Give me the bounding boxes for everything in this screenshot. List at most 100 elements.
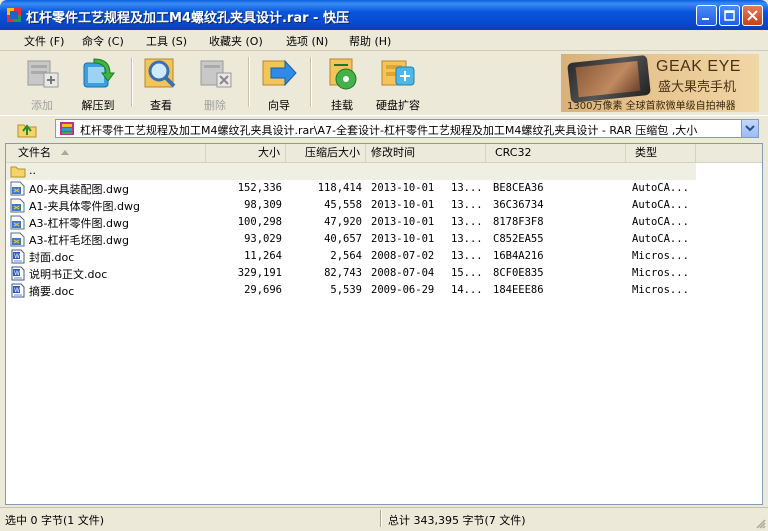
file-time: 14... <box>451 284 483 296</box>
parent-folder-row[interactable]: .. <box>6 163 696 180</box>
svg-text:W: W <box>14 270 20 277</box>
dwg-file-icon <box>10 198 25 213</box>
file-name: A3-杠杆零件图.dwg <box>29 217 129 230</box>
column-size[interactable]: 大小 <box>206 144 286 162</box>
file-packed-size: 5,539 <box>330 284 362 296</box>
extract-label: 解压到 <box>81 99 115 112</box>
file-crc32: C852EA55 <box>493 233 544 245</box>
file-size: 11,264 <box>244 250 282 262</box>
file-size: 93,029 <box>244 233 282 245</box>
ad-brand-chinese: 盛大果壳手机 <box>658 80 737 95</box>
path-field[interactable]: 杠杆零件工艺规程及加工M4螺纹孔夹具设计.rar\A7-全套设计-杠杆零件工艺规… <box>55 119 759 138</box>
file-type: Micros... <box>632 284 689 296</box>
view-button[interactable]: 查看 <box>134 55 188 112</box>
file-packed-size: 40,657 <box>324 233 362 245</box>
status-selected: 选中 0 字节(1 文件) <box>5 514 105 527</box>
menu-options[interactable]: 选项 (N) <box>286 33 328 49</box>
arrow-right-icon <box>261 55 297 91</box>
file-row[interactable]: A1-夹具体零件图.dwg 98,309 45,558 2013-10-01 13...… <box>6 197 696 214</box>
mount-label: 挂载 <box>331 99 353 112</box>
file-date: 2008-07-04 <box>371 267 435 279</box>
file-date: 2013-10-01 <box>371 233 435 245</box>
minimize-icon <box>702 18 709 20</box>
toolbar-separator <box>248 57 250 107</box>
file-packed-size: 45,558 <box>324 199 362 211</box>
column-type[interactable]: 类型 <box>626 144 696 162</box>
file-size: 29,696 <box>244 284 282 296</box>
file-type: AutoCA... <box>632 233 689 245</box>
wizard-button[interactable]: 向导 <box>252 55 306 112</box>
file-type: AutoCA... <box>632 216 689 228</box>
disk-expand-button[interactable]: 硬盘扩容 <box>371 55 425 112</box>
advertisement-banner[interactable]: GEAK EYE 盛大果壳手机 1300万像素 全球首款微单级自拍神器 <box>561 54 759 112</box>
path-text: 杠杆零件工艺规程及加工M4螺纹孔夹具设计.rar\A7-全套设计-杠杆零件工艺规… <box>80 124 698 137</box>
menu-file[interactable]: 文件 (F) <box>24 33 64 49</box>
menu-favorites[interactable]: 收藏夹 (O) <box>209 33 263 49</box>
file-time: 13... <box>451 182 483 194</box>
add-button[interactable]: 添加 <box>15 55 69 112</box>
folder-icon <box>10 166 26 178</box>
file-crc32: 184EEE86 <box>493 284 544 296</box>
file-date: 2013-10-01 <box>371 216 435 228</box>
app-window: 杠杆零件工艺规程及加工M4螺纹孔夹具设计.rar - 快压 文件 (F) 命令 … <box>0 0 768 531</box>
file-row[interactable]: W 说明书正文.doc 329,191 82,743 2008-07-04 15... 8C… <box>6 265 696 282</box>
file-type: Micros... <box>632 267 689 279</box>
file-crc32: 16B4A216 <box>493 250 544 262</box>
file-row[interactable]: W 摘要.doc 29,696 5,539 2009-06-29 14... 184EEE8… <box>6 282 696 299</box>
disk-expand-icon <box>380 55 416 91</box>
add-label: 添加 <box>31 99 53 112</box>
column-crc32[interactable]: CRC32 <box>486 144 626 162</box>
mount-disc-icon <box>324 55 360 91</box>
file-name: 摘要.doc <box>29 285 75 298</box>
doc-file-icon: W <box>11 266 25 281</box>
column-modified[interactable]: 修改时间 <box>366 144 486 162</box>
file-size: 98,309 <box>244 199 282 211</box>
column-name[interactable]: 文件名 <box>6 144 206 162</box>
status-bar: 选中 0 字节(1 文件) 总计 343,395 字节(7 文件) <box>0 507 768 531</box>
file-name: 封面.doc <box>29 251 75 264</box>
file-name: A0-夹具装配图.dwg <box>29 183 129 196</box>
file-row[interactable]: W 封面.doc 11,264 2,564 2008-07-02 13... 16B4A21… <box>6 248 696 265</box>
menu-command[interactable]: 命令 (C) <box>82 33 124 49</box>
file-crc32: 8178F3F8 <box>493 216 544 228</box>
status-divider <box>380 510 382 527</box>
resize-grip-icon[interactable] <box>754 517 766 529</box>
maximize-button[interactable] <box>719 5 740 26</box>
file-date: 2009-06-29 <box>371 284 435 296</box>
file-row[interactable]: A3-杠杆毛坯图.dwg 93,029 40,657 2013-10-01 13... C… <box>6 231 696 248</box>
column-packed-size[interactable]: 压缩后大小 <box>286 144 366 162</box>
ad-brand: GEAK EYE <box>656 58 741 75</box>
column-header: 文件名 大小 压缩后大小 修改时间 CRC32 类型 <box>6 144 762 163</box>
address-bar: 杠杆零件工艺规程及加工M4螺纹孔夹具设计.rar\A7-全套设计-杠杆零件工艺规… <box>0 115 768 143</box>
file-size: 152,336 <box>237 182 282 194</box>
title-bar[interactable]: 杠杆零件工艺规程及加工M4螺纹孔夹具设计.rar - 快压 <box>0 0 768 30</box>
parent-folder-name: .. <box>29 164 36 177</box>
up-folder-icon <box>17 124 37 138</box>
magnifier-icon <box>143 55 179 91</box>
menu-tools[interactable]: 工具 (S) <box>146 33 187 49</box>
menu-help[interactable]: 帮助 (H) <box>349 33 391 49</box>
mount-button[interactable]: 挂载 <box>315 55 369 112</box>
maximize-icon <box>724 10 735 21</box>
file-row[interactable]: A0-夹具装配图.dwg 152,336 118,414 2013-10-01 13..… <box>6 180 696 197</box>
path-dropdown-button[interactable] <box>741 120 758 137</box>
dwg-file-icon <box>10 232 25 247</box>
file-row[interactable]: A3-杠杆零件图.dwg 100,298 47,920 2013-10-01 13...… <box>6 214 696 231</box>
file-list[interactable]: 文件名 大小 压缩后大小 修改时间 CRC32 类型 .. A0-夹具装配图.d… <box>5 143 763 505</box>
dwg-file-icon <box>10 215 25 230</box>
close-button[interactable] <box>742 5 763 26</box>
extract-to-button[interactable]: 解压到 <box>71 55 125 112</box>
chevron-down-icon <box>745 125 755 132</box>
file-type: AutoCA... <box>632 199 689 211</box>
file-date: 2013-10-01 <box>371 182 435 194</box>
disk-expand-label: 硬盘扩容 <box>376 99 420 112</box>
phone-image <box>567 54 651 104</box>
up-folder-button[interactable] <box>16 119 38 139</box>
minimize-button[interactable] <box>696 5 717 26</box>
file-name: A3-杠杆毛坯图.dwg <box>29 234 129 247</box>
file-name: 说明书正文.doc <box>29 268 108 281</box>
delete-button[interactable]: 删除 <box>188 55 242 112</box>
rar-archive-icon <box>60 122 74 135</box>
file-packed-size: 2,564 <box>330 250 362 262</box>
file-date: 2008-07-02 <box>371 250 435 262</box>
